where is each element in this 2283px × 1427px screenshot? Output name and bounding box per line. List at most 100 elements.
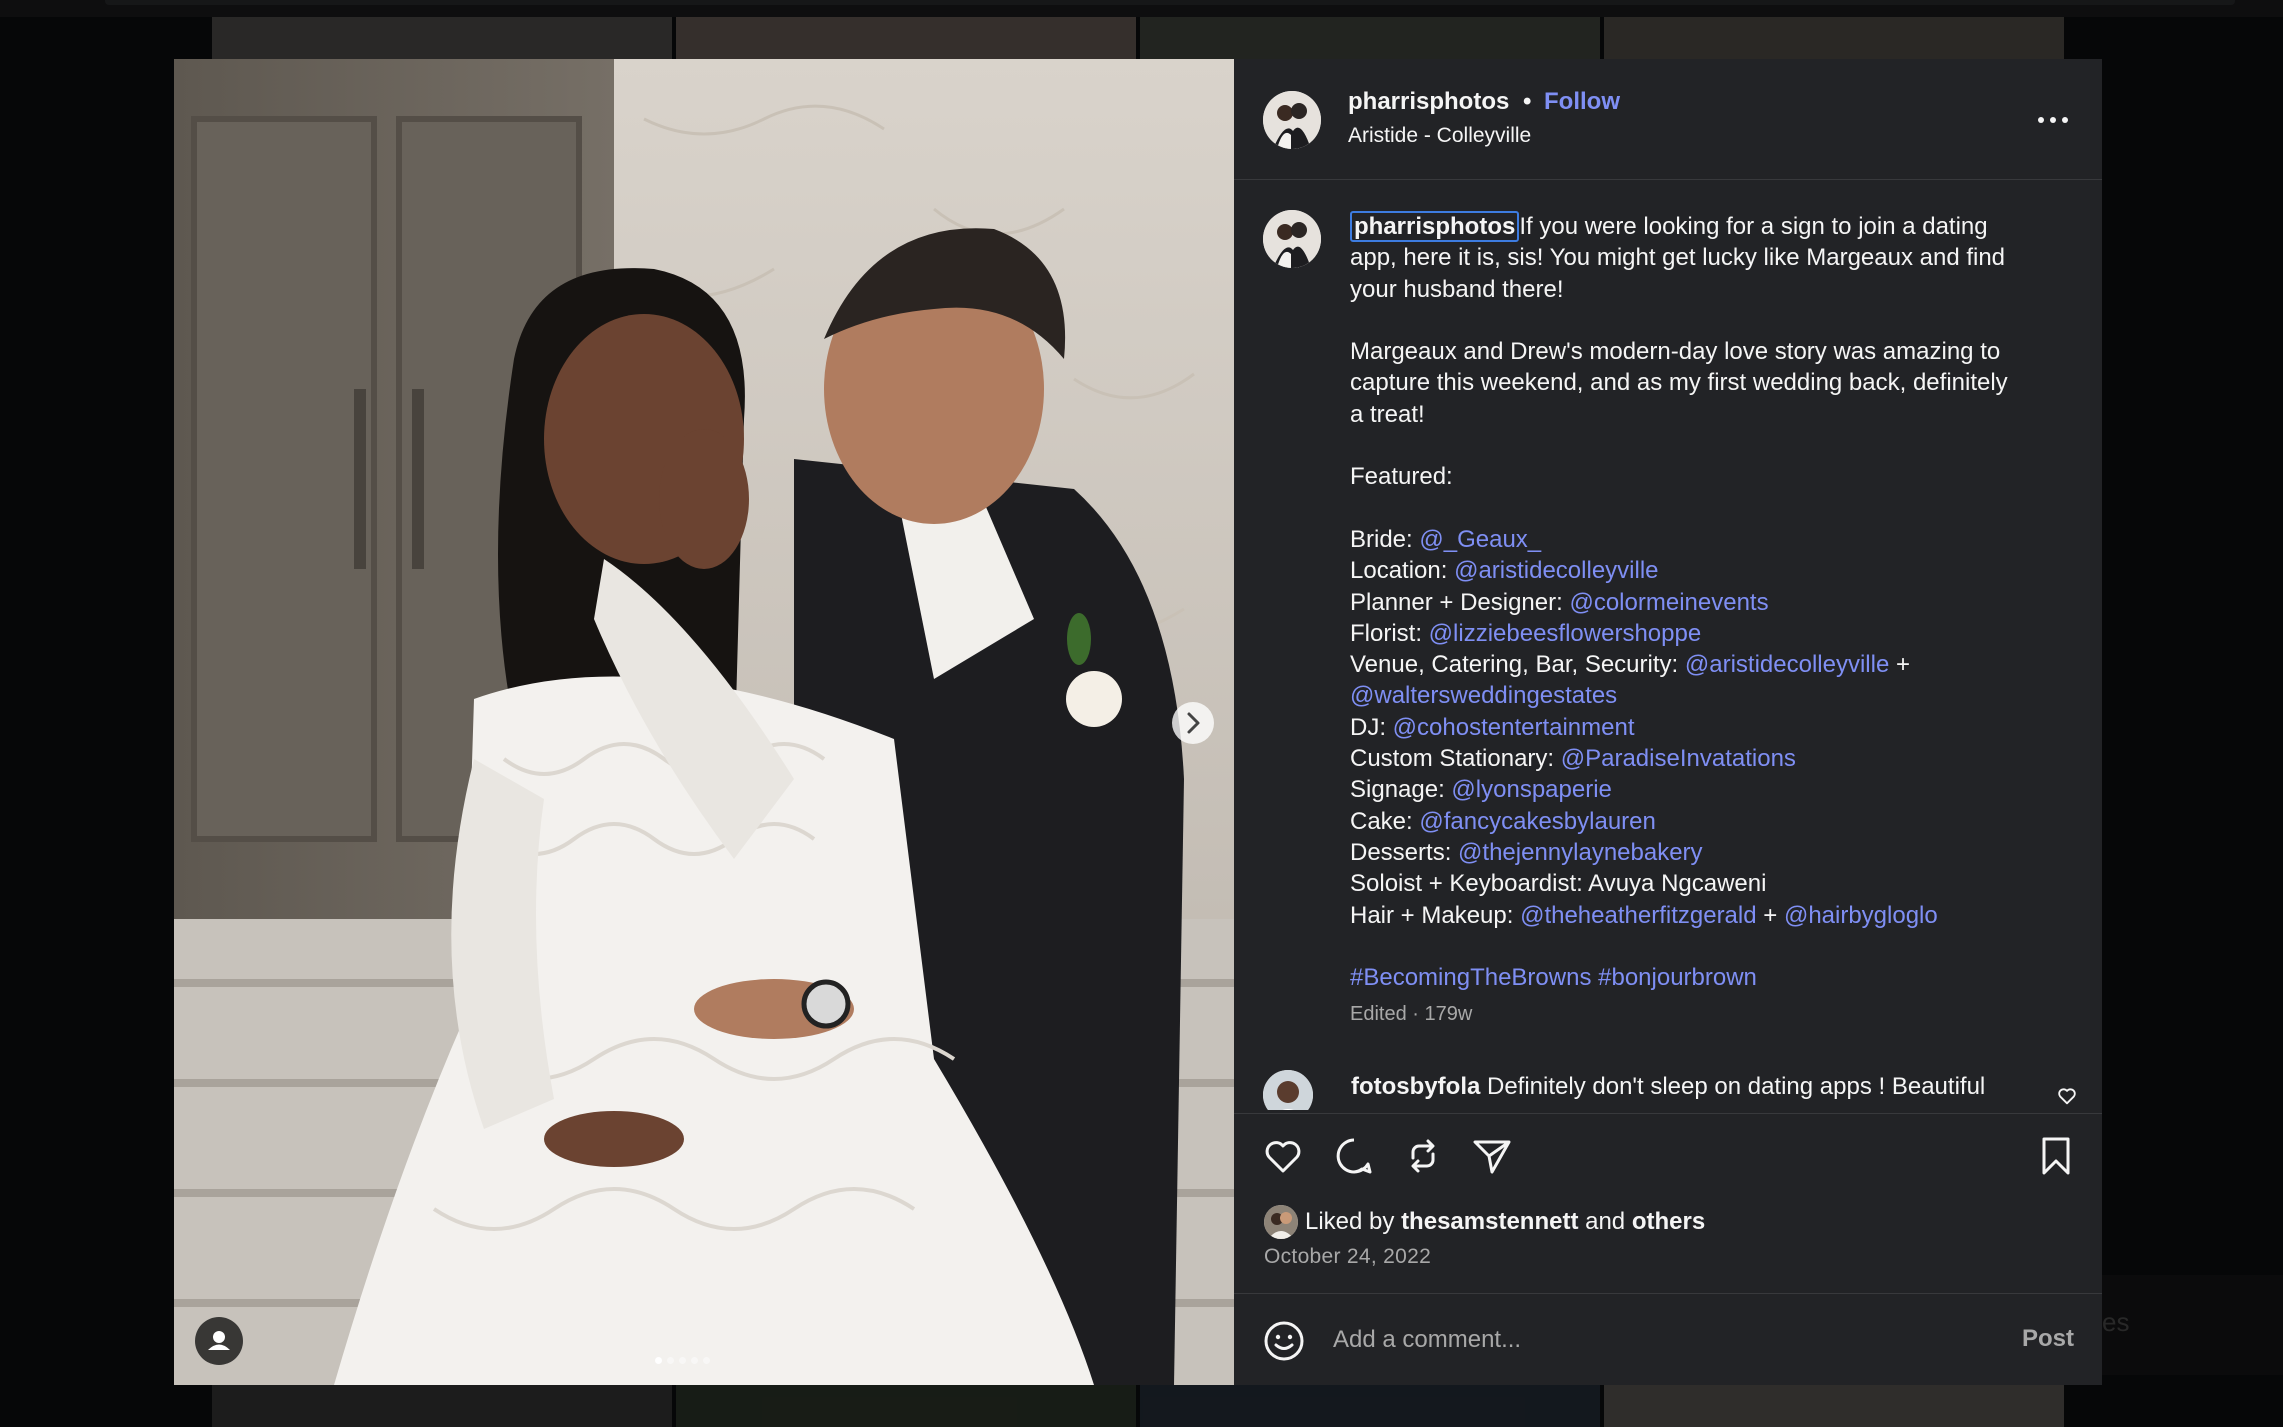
credit-line: Desserts: @thejennylaynebakery [1350, 837, 2070, 868]
heart-icon [2058, 1088, 2076, 1105]
credit-label: Florist: [1350, 619, 1429, 647]
credit-line: DJ: @cohostentertainment [1350, 712, 2070, 743]
author-avatar[interactable] [1263, 91, 1321, 149]
credit-line: Planner + Designer: @colormeinevents [1350, 587, 2070, 618]
credit-line: Venue, Catering, Bar, Security: @aristid… [1350, 649, 2070, 680]
liker-username[interactable]: thesamstennett [1401, 1208, 1578, 1235]
caption-line: a treat! [1350, 400, 1425, 428]
wedding-photo-illustration [174, 59, 1234, 1385]
comment-input[interactable] [1333, 1322, 1973, 1358]
credit-label: Location: [1350, 557, 1455, 585]
carousel-next-button[interactable] [1172, 702, 1214, 744]
credit-handle-link[interactable]: @lizziebeesflowershoppe [1429, 620, 1702, 647]
credit-line: Hair + Makeup: @theheatherfitzgerald + @… [1350, 900, 2070, 931]
header-divider [1234, 179, 2102, 180]
likes-others-link[interactable]: others [1632, 1208, 1705, 1235]
hashtags: #BecomingTheBrowns #bonjourbrown [1350, 962, 2070, 993]
credit-handle-link[interactable]: @theheatherfitzgerald [1520, 902, 1757, 929]
caption-author-avatar[interactable] [1263, 210, 1321, 268]
credit-label: Desserts: [1350, 838, 1459, 866]
save-button[interactable] [2034, 1134, 2078, 1178]
credits-list: Bride: @_Geaux_ Location: @aristidecolley… [1350, 524, 2070, 931]
avatar-image [1264, 1205, 1298, 1239]
tagged-users-button[interactable] [195, 1317, 243, 1365]
credit-handle-link[interactable]: @fancycakesbylauren [1419, 808, 1655, 835]
caption-author-link[interactable]: pharrisphotos [1350, 211, 1520, 242]
credit-label: Signage: [1350, 776, 1452, 804]
credit-handle-link[interactable]: @waltersweddingestates [1350, 682, 1617, 709]
credit-label: Planner + Designer: [1350, 588, 1570, 616]
person-icon [208, 1331, 230, 1350]
comment-text: fotosbyfola Definitely don't sleep on da… [1351, 1073, 1985, 1101]
credit-label: Custom Stationary: [1350, 745, 1561, 773]
caption-blank-line [1350, 493, 2070, 524]
follow-button[interactable]: Follow [1544, 88, 1620, 116]
post-date[interactable]: October 24, 2022 [1264, 1245, 1431, 1269]
caption-blank-line [1350, 931, 2070, 962]
likes-prefix: Liked by [1305, 1208, 1402, 1235]
credit-line: Custom Stationary: @ParadiseInvatations [1350, 743, 2070, 774]
avatar-image [1263, 1070, 1313, 1110]
liker-avatar[interactable] [1264, 1205, 1298, 1239]
credit-line: Location: @aristidecolleyville [1350, 555, 2070, 586]
credit-handle-link[interactable]: @hairbygloglo [1784, 902, 1938, 929]
edited-timestamp: Edited · 179w [1350, 1003, 1473, 1025]
commenter-avatar[interactable] [1263, 1070, 1313, 1110]
carousel-dot [679, 1357, 686, 1364]
repost-icon [1411, 1139, 1435, 1173]
credit-line: Cake: @fancycakesbylauren [1350, 806, 2070, 837]
caption-line: app, here it is, sis! You might get luck… [1350, 244, 2006, 272]
avatar-image [1263, 91, 1321, 149]
chevron-right-icon [1187, 712, 1200, 734]
credit-handle-link[interactable]: @_Geaux_ [1419, 526, 1541, 553]
post-photo [174, 59, 1234, 1385]
like-button[interactable] [1261, 1134, 1305, 1178]
author-username[interactable]: pharrisphotos [1348, 88, 1509, 116]
credit-label: Venue, Catering, Bar, Security: [1350, 651, 1685, 679]
credit-line: @waltersweddingestates [1350, 680, 2070, 711]
emoji-button[interactable] [1262, 1319, 1306, 1363]
hashtag-link[interactable]: #BecomingTheBrowns [1350, 964, 1591, 991]
credit-handle-link[interactable]: @cohostentertainment [1393, 714, 1635, 741]
comment-like-button[interactable] [2056, 1085, 2078, 1107]
ellipsis-icon [2038, 117, 2068, 123]
credit-handle-link[interactable]: @ParadiseInvatations [1561, 745, 1796, 772]
heart-icon [1265, 1141, 1301, 1173]
credit-line: Signage: @lyonspaperie [1350, 774, 2070, 805]
credit-line: Soloist + Keyboardist: Avuya Ngcaweni [1350, 868, 2070, 899]
featured-heading: Featured: [1350, 463, 1453, 491]
post-location[interactable]: Aristide - Colleyville [1348, 124, 1531, 148]
caption-line: Margeaux and Drew's modern-day love stor… [1350, 338, 2001, 366]
bookmark-icon [2042, 1137, 2070, 1175]
credit-suffix: + [1756, 901, 1784, 929]
credit-handle-link[interactable]: @aristidecolleyville [1454, 557, 1658, 584]
post-comment-button[interactable]: Post [2022, 1325, 2074, 1353]
credit-handle-link[interactable]: @lyonspaperie [1451, 776, 1611, 803]
credit-handle-link[interactable]: @thejennylaynebakery [1458, 839, 1703, 866]
caption-blank-line [1350, 430, 2070, 461]
carousel-dot [655, 1357, 662, 1364]
more-options-button[interactable] [2035, 100, 2071, 140]
caption-blank-line [1350, 305, 2070, 336]
credit-handle-link[interactable]: @aristidecolleyville [1685, 651, 1889, 678]
commenter-username[interactable]: fotosbyfola [1351, 1073, 1480, 1100]
carousel-dot [703, 1357, 710, 1364]
speech-bubble-icon [1336, 1138, 1372, 1174]
hashtag-link[interactable]: #bonjourbrown [1598, 964, 1757, 991]
carousel-dot [691, 1357, 698, 1364]
repost-button[interactable] [1401, 1134, 1445, 1178]
caption-line: capture this weekend, and as my first we… [1350, 369, 2008, 397]
avatar-image [1263, 210, 1321, 268]
credit-label: Soloist + Keyboardist: Avuya Ngcaweni [1350, 870, 1767, 898]
post-caption: pharrisphotos If you were looking for a s… [1350, 211, 2070, 993]
smiley-icon [1264, 1321, 1304, 1361]
share-button[interactable] [1470, 1134, 1514, 1178]
credit-line: Bride: @_Geaux_ [1350, 524, 2070, 555]
carousel-indicator [655, 1351, 715, 1364]
credit-handle-link[interactable]: @colormeinevents [1569, 589, 1768, 616]
likes-summary: Liked by thesamstennett and others [1305, 1208, 1705, 1236]
comment-button[interactable] [1332, 1134, 1376, 1178]
credit-line: Florist: @lizziebeesflowershoppe [1350, 618, 2070, 649]
credit-suffix: + [1889, 651, 1910, 679]
composer-divider [1234, 1293, 2102, 1294]
